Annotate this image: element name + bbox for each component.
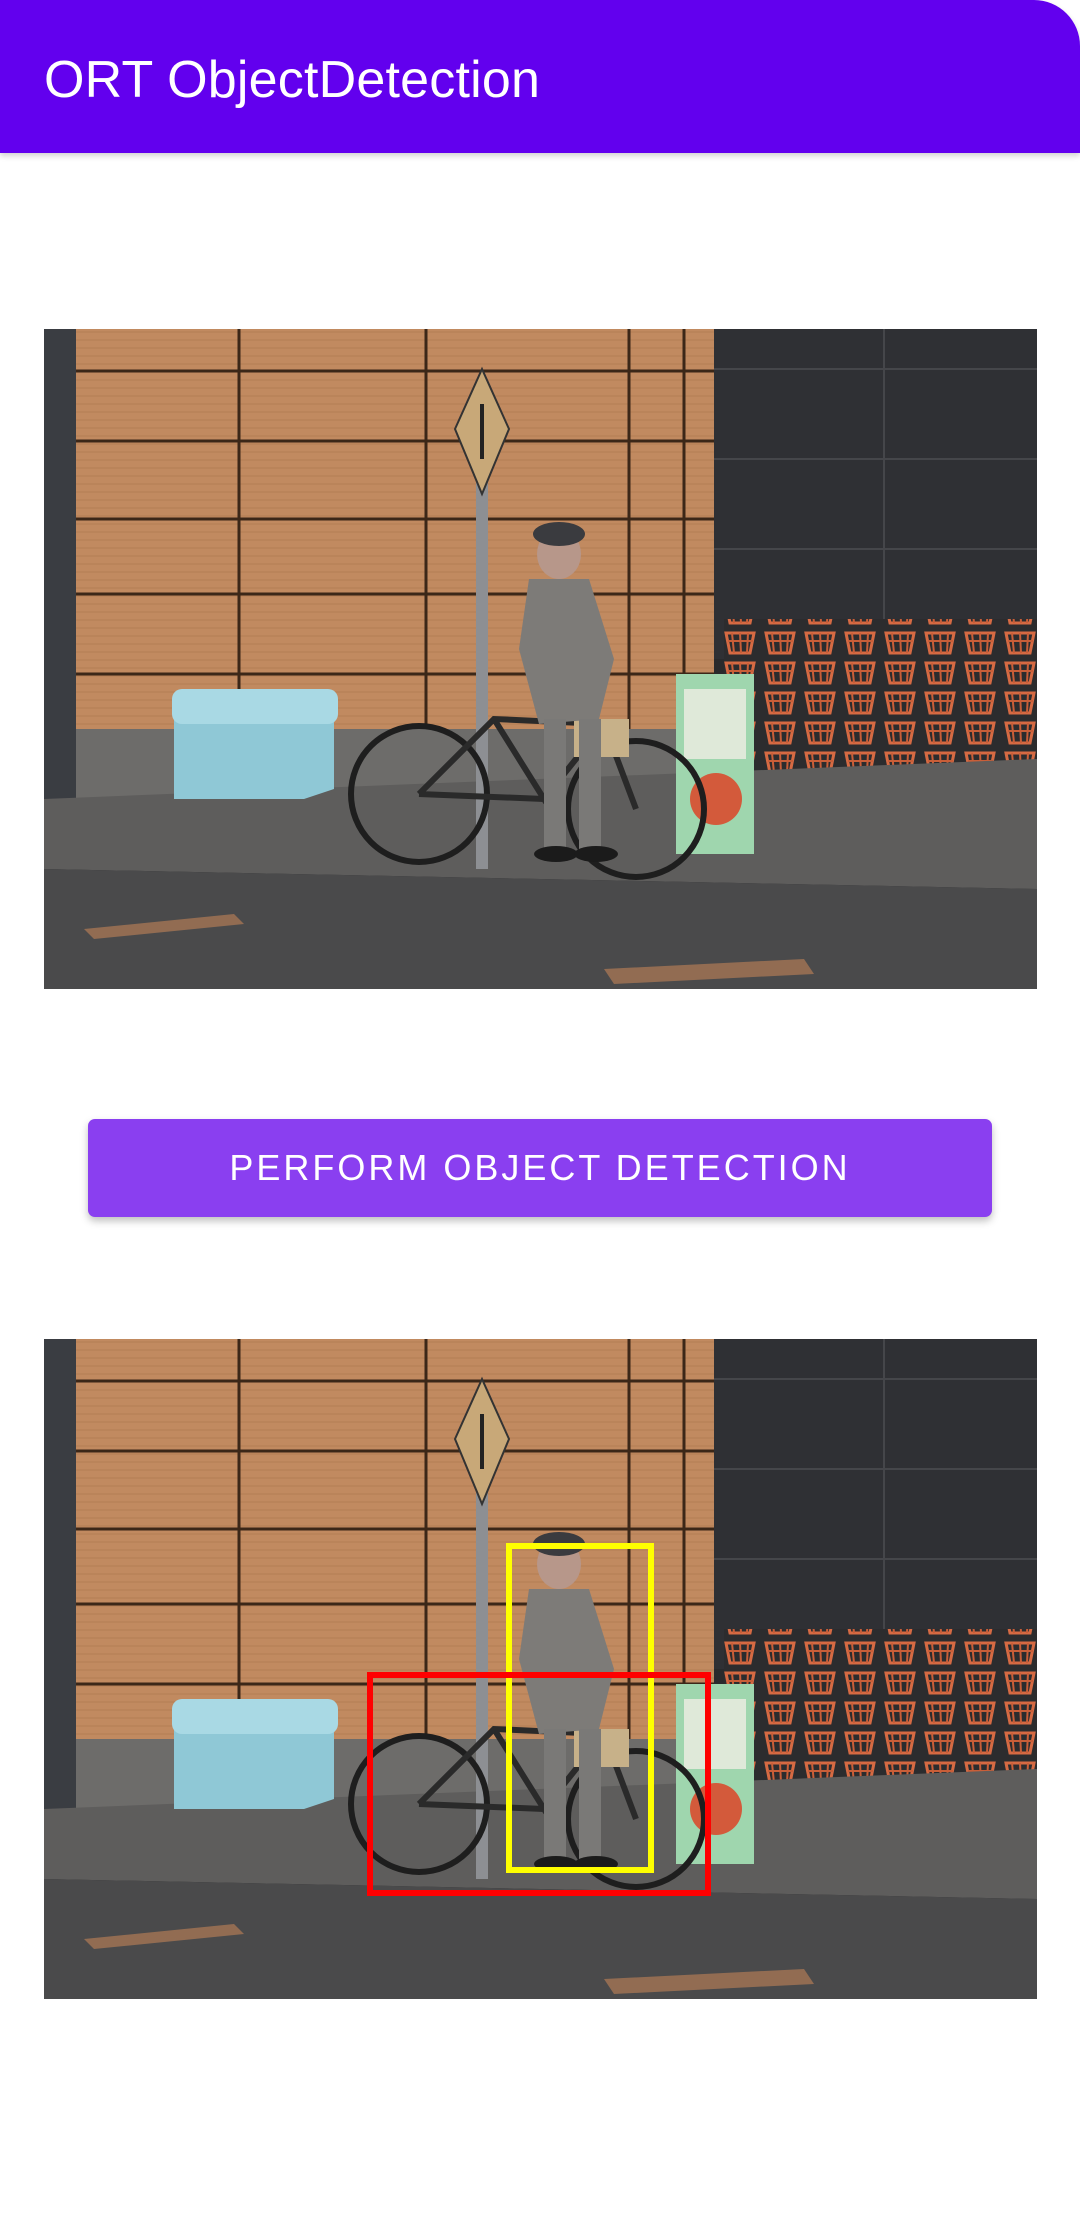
output-image bbox=[44, 1339, 1037, 1999]
street-scene-photo bbox=[44, 329, 1037, 989]
perform-object-detection-button[interactable]: Perform Object Detection bbox=[88, 1119, 992, 1217]
app-title: ORT ObjectDetection bbox=[44, 51, 541, 109]
detection-result-photo bbox=[44, 1339, 1037, 1999]
app-bar: ORT ObjectDetection bbox=[0, 0, 1080, 153]
input-image bbox=[44, 329, 1037, 989]
